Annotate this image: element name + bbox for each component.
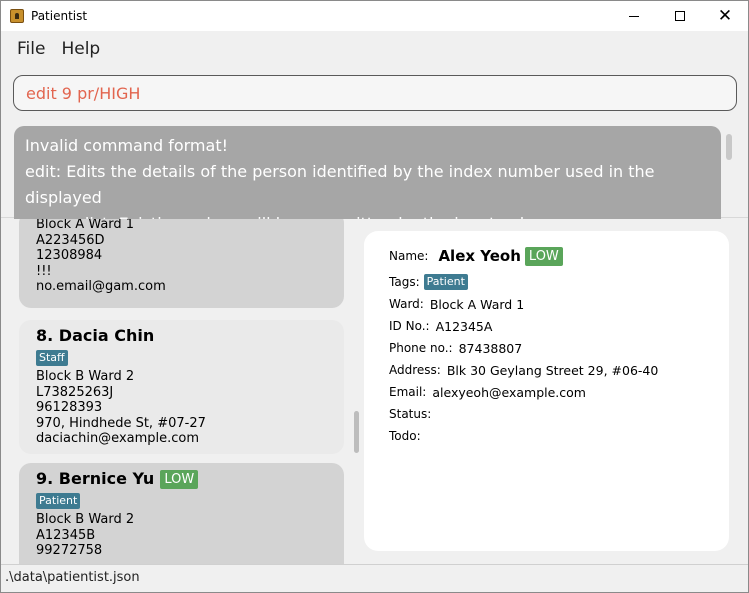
person-detail-panel: Name: Alex Yeoh LOW Tags: Patient Ward: …	[364, 231, 729, 551]
tag-badge: Patient	[36, 493, 81, 509]
card-index-name: 9. Bernice Yu	[36, 469, 155, 488]
card-id: L73825263J	[36, 384, 114, 400]
detail-tags-label: Tags:	[389, 275, 420, 289]
result-scrollbar[interactable]	[726, 134, 732, 160]
detail-ward-label: Ward:	[389, 297, 424, 311]
detail-tag-badge: Patient	[423, 274, 468, 290]
card-name: 9. Bernice Yu LOW	[36, 469, 327, 489]
result-line: Invalid command format!	[25, 136, 229, 155]
list-scrollbar[interactable]	[354, 411, 359, 453]
maximize-button[interactable]	[657, 1, 703, 31]
person-card[interactable]: 9. Bernice Yu LOW Patient Block B Ward 2…	[19, 463, 344, 564]
detail-ward-row: Ward: Block A Ward 1	[389, 293, 704, 315]
detail-id-row: ID No.: A12345A	[389, 315, 704, 337]
detail-status-row: Status:	[389, 403, 704, 425]
card-id: A12345B	[36, 527, 96, 543]
card-ward: Block B Ward 2	[36, 369, 135, 384]
priority-badge: LOW	[160, 469, 199, 489]
menu-help[interactable]: Help	[53, 39, 108, 59]
app-icon	[10, 9, 24, 23]
result-display-area: Invalid command format! edit: Edits the …	[1, 119, 748, 221]
close-icon: ✕	[717, 5, 733, 26]
detail-todo-label: Todo:	[389, 429, 421, 443]
person-card[interactable]: 8. Dacia Chin Staff Block B Ward 2 L7382…	[19, 320, 344, 454]
result-line: edit: Edits the details of the person id…	[25, 162, 655, 207]
detail-tags-row: Tags: Patient	[389, 271, 704, 293]
window-title: Patientist	[31, 9, 88, 23]
menu-file[interactable]: File	[9, 39, 53, 59]
minimize-button[interactable]	[611, 1, 657, 31]
detail-status-label: Status:	[389, 407, 432, 421]
status-bar: .\data\patientist.json	[1, 564, 748, 592]
card-email: daciachin@example.com	[36, 431, 200, 446]
detail-id-label: ID No.:	[389, 319, 430, 333]
detail-phone-row: Phone no.: 87438807	[389, 337, 704, 359]
detail-email-label: Email:	[389, 385, 427, 399]
detail-address-label: Address:	[389, 363, 441, 377]
maximize-icon	[675, 11, 685, 21]
detail-address-row: Address: Blk 30 Geylang Street 29, #06-4…	[389, 359, 704, 381]
person-card[interactable]: Block A Ward 1 A223456D 12308984 !!! no.…	[19, 219, 344, 308]
detail-email: alexyeoh@example.com	[432, 384, 586, 400]
person-list: Block A Ward 1 A223456D 12308984 !!! no.…	[1, 219, 356, 564]
data-file-path: .\data\patientist.json	[5, 570, 140, 585]
detail-phone-label: Phone no.:	[389, 341, 453, 355]
detail-name: Alex Yeoh	[438, 247, 521, 265]
command-area: edit 9 pr/HIGH	[1, 67, 748, 119]
menu-bar: File Help	[1, 31, 748, 67]
card-address: !!!	[36, 263, 52, 279]
detail-name-label: Name:	[389, 249, 429, 263]
detail-priority-badge: LOW	[524, 246, 563, 266]
result-display: Invalid command format! edit: Edits the …	[14, 126, 721, 221]
card-name: 8. Dacia Chin	[36, 326, 327, 346]
detail-todo-row: Todo:	[389, 425, 704, 447]
detail-phone: 87438807	[458, 340, 523, 356]
card-id: A223456D	[36, 232, 105, 248]
app-window: Patientist ✕ File Help edit 9 pr/HIGH In…	[0, 0, 749, 593]
card-email: no.email@gam.com	[36, 279, 166, 294]
detail-email-row: Email: alexyeoh@example.com	[389, 381, 704, 403]
detail-address: Blk 30 Geylang Street 29, #06-40	[446, 362, 659, 378]
card-phone: 12308984	[36, 248, 103, 263]
title-bar: Patientist ✕	[1, 1, 748, 31]
minimize-icon	[629, 15, 639, 17]
card-phone: 99272758	[36, 543, 103, 558]
command-input[interactable]: edit 9 pr/HIGH	[13, 75, 737, 111]
card-address: 970, Hindhede St, #07-27	[36, 415, 206, 431]
detail-name-row: Name: Alex Yeoh LOW	[389, 243, 704, 269]
tag-badge: Staff	[36, 350, 68, 366]
card-ward: Block B Ward 2	[36, 512, 135, 527]
card-index-name: 8. Dacia Chin	[36, 326, 155, 345]
detail-ward: Block A Ward 1	[429, 296, 525, 312]
close-button[interactable]: ✕	[702, 1, 748, 31]
main-body: Block A Ward 1 A223456D 12308984 !!! no.…	[1, 219, 748, 564]
card-phone: 96128393	[36, 400, 103, 415]
detail-id: A12345A	[435, 318, 493, 334]
card-ward: Block A Ward 1	[36, 219, 135, 232]
